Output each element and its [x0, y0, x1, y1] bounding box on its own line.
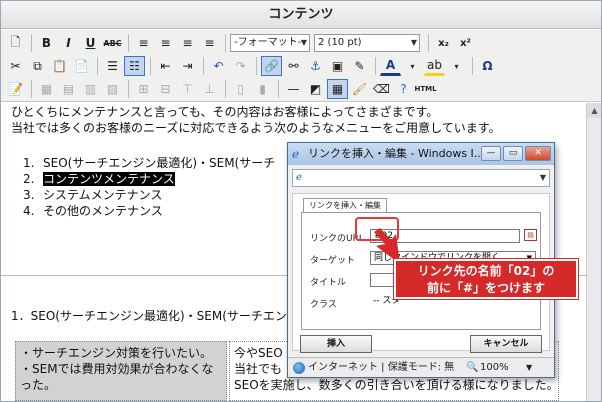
target-label: ターゲット — [310, 256, 356, 266]
menu-list: 1. SEO(サーチエンジン最適化)・SEM(サーチ 2. コンテンツメンテナンス … — [23, 155, 275, 219]
cut-icon[interactable]: ✂ — [5, 56, 26, 76]
subscript-button[interactable]: x₂ — [433, 33, 454, 53]
ie-logo-icon: ℯ — [292, 147, 300, 161]
vertical-scrollbar[interactable]: ▲ — [586, 103, 601, 401]
insert-button[interactable]: 挿入 — [300, 335, 372, 353]
annotation-callout: リンク先の名前「02」の 前に「#」をつけます — [393, 258, 579, 300]
copy-icon[interactable]: ⧉ — [27, 56, 48, 76]
selected-text[interactable]: コンテンツメンテナンス — [43, 172, 175, 186]
scroll-up-icon[interactable]: ▲ — [587, 103, 601, 118]
row-props-icon[interactable]: ▥ — [80, 79, 101, 99]
list-item: 4. その他のメンテナンス — [23, 204, 163, 218]
editor-toolbar: 🗋 B I U ABC ≡ ≡ ≡ ≡ -フォーマット- ▼ 2 (10 pt) ▼… — [1, 30, 601, 102]
align-left-icon[interactable]: ≡ — [133, 33, 154, 53]
insert-row-icon[interactable]: ⊤ — [177, 79, 198, 99]
minimize-button[interactable]: — — [481, 146, 501, 161]
insert-link-icon[interactable]: 🔗 — [261, 56, 282, 76]
format-select[interactable]: -フォーマット- ▼ — [230, 34, 310, 52]
anchor-icon[interactable]: ⚓ — [305, 56, 326, 76]
edit-icon[interactable]: 📝 — [5, 79, 26, 99]
strikethrough-button[interactable]: ABC — [102, 33, 123, 53]
numbered-list-icon[interactable]: ☷ — [124, 56, 145, 76]
help-icon[interactable]: ? — [393, 79, 414, 99]
align-justify-icon[interactable]: ≡ — [199, 33, 220, 53]
font-size-select[interactable]: 2 (10 pt) ▼ — [314, 34, 420, 52]
zoom-level[interactable]: 100% — [480, 358, 509, 378]
list-item: 2. コンテンツメンテナンス — [23, 172, 175, 186]
delete-col-icon[interactable]: ▮ — [252, 79, 273, 99]
status-bar: インターネット | 保護モード: 無 🔍 100% ▼ — [288, 357, 554, 377]
intro-line-1: ひとくちにメンテナンスと言っても、その内容はお客様によってさまざまです。 — [11, 105, 439, 119]
list-item: 3. システムメンテナンス — [23, 188, 163, 202]
dropdown-arrow-icon[interactable]: ▾ — [402, 56, 423, 76]
horizontal-rule-icon[interactable]: — — [283, 79, 304, 99]
visual-aid-icon[interactable]: ▦ — [327, 79, 348, 99]
outdent-icon[interactable]: ⇤ — [155, 56, 176, 76]
delete-row-icon[interactable]: ⊥ — [199, 79, 220, 99]
image-icon[interactable]: ▣ — [327, 56, 348, 76]
indent-icon[interactable]: ⇥ — [177, 56, 198, 76]
undo-icon[interactable]: ↶ — [208, 56, 229, 76]
html-source-button[interactable]: HTML — [414, 79, 436, 99]
section-heading: 1．SEO(サーチエンジン最適化)・SEM(サーチエン — [11, 309, 287, 323]
title-label: タイトル — [310, 278, 347, 288]
italic-button[interactable]: I — [58, 33, 79, 53]
format-painter-icon[interactable]: ◩ — [305, 79, 326, 99]
maximize-button[interactable]: ▭ — [503, 146, 523, 161]
align-center-icon[interactable]: ≡ — [155, 33, 176, 53]
table-props-icon[interactable]: ▤ — [58, 79, 79, 99]
new-document-icon[interactable]: 🗋 — [5, 33, 26, 53]
underline-button[interactable]: U — [80, 33, 101, 53]
split-cells-icon[interactable]: ⊞ — [133, 79, 154, 99]
paste-word-icon[interactable]: 📄 — [71, 56, 92, 76]
class-label: クラス — [310, 300, 337, 310]
cancel-button[interactable]: キャンセル — [470, 335, 542, 353]
highlight-color-icon[interactable]: ab — [424, 56, 445, 76]
url-highlight-box — [355, 217, 399, 241]
font-color-button[interactable]: A — [380, 56, 401, 76]
address-bar[interactable]: ℯ ▼ — [292, 169, 550, 187]
panel-title: コンテンツ — [1, 1, 601, 29]
cleanup-icon[interactable]: ✎ — [349, 56, 370, 76]
tab-insert-link[interactable]: リンクを挿入・編集 — [303, 198, 387, 212]
unlink-icon[interactable]: ⚯ — [283, 56, 304, 76]
bullet-list-icon[interactable]: ☰ — [102, 56, 123, 76]
browse-icon[interactable]: ▤ — [524, 229, 537, 241]
cell-props-icon[interactable]: ▧ — [102, 79, 123, 99]
insert-col-icon[interactable]: ▯ — [230, 79, 251, 99]
redo-icon[interactable]: ↷ — [230, 56, 251, 76]
bold-button[interactable]: B — [36, 33, 57, 53]
align-right-icon[interactable]: ≡ — [177, 33, 198, 53]
superscript-button[interactable]: x² — [455, 33, 476, 53]
intro-line-2: 当社では多くのお客様のニーズに対応できるよう次のようなメニューをご用意しています… — [11, 121, 501, 135]
special-char-button[interactable]: Ω — [477, 56, 498, 76]
paste-icon[interactable]: 📋 — [49, 56, 70, 76]
left-content-box: ・サーチエンジン対策を行いたい。 ・SEMでは費用対効果が合わなくな った。 — [15, 341, 227, 401]
dropdown-arrow-icon[interactable]: ▾ — [446, 56, 467, 76]
zoom-dropdown-icon[interactable]: ▼ — [526, 358, 532, 378]
eraser-icon[interactable]: ⌫ — [371, 79, 392, 99]
globe-icon — [293, 362, 305, 374]
brush-icon[interactable]: 🖌 — [349, 79, 370, 99]
zoom-icon: 🔍 — [466, 362, 479, 373]
merge-cells-icon[interactable]: ⊟ — [155, 79, 176, 99]
table-icon[interactable]: ▦ — [36, 79, 57, 99]
close-button[interactable]: ✕ — [525, 146, 551, 161]
list-item: 1. SEO(サーチエンジン最適化)・SEM(サーチ — [23, 156, 276, 170]
